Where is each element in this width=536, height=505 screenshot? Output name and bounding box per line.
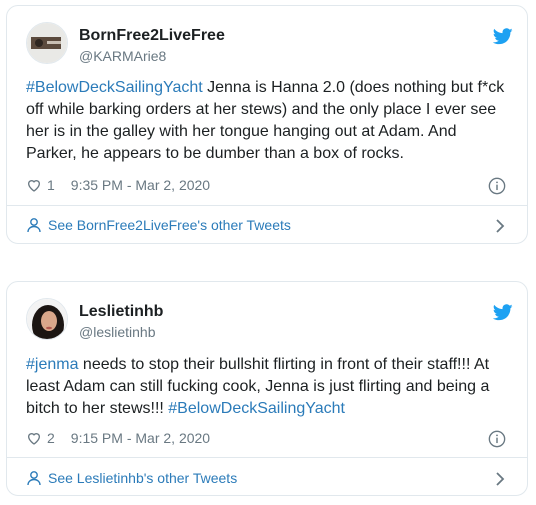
other-tweets-label[interactable]: See Leslietinhb's other Tweets bbox=[48, 470, 237, 486]
timestamp[interactable]: 9:15 PM - Mar 2, 2020 bbox=[71, 430, 210, 446]
hashtag-link[interactable]: #BelowDeckSailingYacht bbox=[168, 400, 345, 417]
twitter-bird-icon[interactable] bbox=[493, 304, 513, 321]
heart-icon[interactable] bbox=[26, 177, 42, 193]
divider bbox=[7, 457, 527, 458]
other-tweets-link[interactable]: See Leslietinhb's other Tweets bbox=[26, 470, 237, 486]
tweet-card[interactable]: Leslietinhb @leslietinhb #jenma needs to… bbox=[6, 281, 528, 496]
avatar[interactable] bbox=[26, 22, 68, 64]
chevron-right-icon[interactable] bbox=[495, 472, 505, 486]
other-tweets-link[interactable]: See BornFree2LiveFree's other Tweets bbox=[26, 217, 291, 233]
author-name[interactable]: BornFree2LiveFree bbox=[79, 27, 225, 45]
heart-icon[interactable] bbox=[26, 430, 42, 446]
chevron-right-icon[interactable] bbox=[495, 219, 505, 233]
divider bbox=[7, 205, 527, 206]
person-icon bbox=[27, 471, 41, 486]
avatar[interactable] bbox=[26, 298, 68, 340]
info-icon[interactable] bbox=[488, 430, 506, 448]
hashtag-link[interactable]: #jenma bbox=[26, 356, 78, 373]
author-name[interactable]: Leslietinhb bbox=[79, 303, 163, 321]
author-handle[interactable]: @KARMArie8 bbox=[79, 48, 166, 64]
timestamp[interactable]: 9:35 PM - Mar 2, 2020 bbox=[71, 177, 210, 193]
person-icon bbox=[27, 218, 41, 233]
tweet-text: #jenma needs to stop their bullshit flir… bbox=[26, 354, 511, 420]
hashtag-link[interactable]: #BelowDeckSailingYacht bbox=[26, 79, 203, 96]
tweet-text: #BelowDeckSailingYacht Jenna is Hanna 2.… bbox=[26, 77, 511, 165]
like-count[interactable]: 1 bbox=[47, 177, 55, 193]
info-icon[interactable] bbox=[488, 177, 506, 195]
tweet-meta: 2 9:15 PM - Mar 2, 2020 bbox=[26, 430, 210, 446]
other-tweets-label[interactable]: See BornFree2LiveFree's other Tweets bbox=[48, 217, 291, 233]
twitter-bird-icon[interactable] bbox=[493, 28, 513, 45]
author-handle[interactable]: @leslietinhb bbox=[79, 324, 155, 340]
tweet-meta: 1 9:35 PM - Mar 2, 2020 bbox=[26, 177, 210, 193]
like-count[interactable]: 2 bbox=[47, 430, 55, 446]
tweet-card[interactable]: BornFree2LiveFree @KARMArie8 #BelowDeckS… bbox=[6, 5, 528, 244]
